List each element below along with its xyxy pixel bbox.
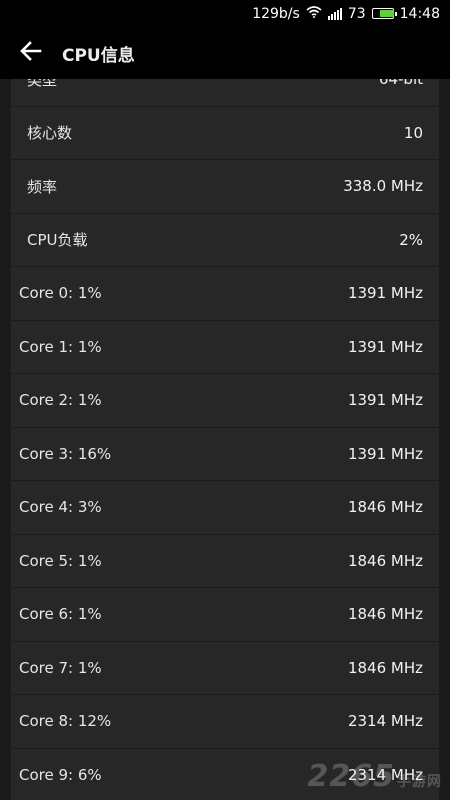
row-label: CPU负载 [27,231,88,250]
row-label: 核心数 [27,124,73,143]
core-frequency: 1846 MHz [347,658,423,677]
network-speed: 129b/s [252,5,300,22]
wifi-icon [306,5,322,22]
core-label: Core 0: 1% [19,284,102,303]
core-frequency: 1391 MHz [347,337,423,356]
core-frequency: 1391 MHz [347,284,423,303]
core-label: Core 5: 1% [19,551,102,570]
row-value: 338.0 MHz [343,177,423,196]
signal-icon [327,7,342,20]
core-row: Core 6: 1% 1846 MHz [11,588,439,642]
info-row-frequency: 频率 338.0 MHz [11,160,439,214]
core-row: Core 7: 1% 1846 MHz [11,641,439,695]
clock: 14:48 [399,5,440,22]
watermark-brand: 2265 [307,759,395,794]
core-row: Core 3: 16% 1391 MHz [11,427,439,481]
row-value: 64-bit [378,79,423,89]
core-row: Core 0: 1% 1391 MHz [11,267,439,321]
watermark-suffix: 手游网 [397,774,442,790]
core-label: Core 6: 1% [19,605,102,624]
status-bar: 129b/s 73 14:48 [0,0,450,27]
core-frequency: 1846 MHz [347,498,423,517]
core-label: Core 3: 16% [19,444,112,463]
site-watermark: 2265 手游网 [308,759,443,794]
app-bar: CPU信息 [0,27,450,79]
core-row: Core 4: 3% 1846 MHz [11,481,439,535]
core-frequency: 1391 MHz [347,444,423,463]
info-row-type: 类型 64-bit [11,79,439,107]
page-title: CPU信息 [62,45,135,66]
row-value: 2% [399,230,423,249]
core-frequency: 1391 MHz [347,391,423,410]
cpu-info-list[interactable]: 类型 64-bit 核心数 10 频率 338.0 MHz CPU负载 2% C… [0,79,450,800]
core-row: Core 5: 1% 1846 MHz [11,534,439,588]
core-row: Core 2: 1% 1391 MHz [11,374,439,428]
core-label: Core 8: 12% [19,712,112,731]
core-row: Core 1: 1% 1391 MHz [11,320,439,374]
battery-icon [371,8,397,19]
core-frequency: 1846 MHz [347,551,423,570]
core-label: Core 7: 1% [19,658,102,677]
back-button[interactable] [0,27,62,79]
core-frequency: 2314 MHz [347,712,423,731]
row-label: 频率 [27,177,58,196]
row-value: 10 [403,123,423,142]
core-label: Core 9: 6% [19,765,102,784]
core-frequency: 1846 MHz [347,605,423,624]
info-row-cpu-load: CPU负载 2% [11,213,439,267]
core-row: Core 8: 12% 2314 MHz [11,695,439,749]
row-label: 类型 [27,79,58,89]
info-row-cores: 核心数 10 [11,106,439,160]
arrow-left-icon [20,41,42,65]
core-label: Core 2: 1% [19,391,102,410]
battery-level: 73 [347,5,366,22]
core-label: Core 4: 3% [19,498,102,517]
core-label: Core 1: 1% [19,337,102,356]
